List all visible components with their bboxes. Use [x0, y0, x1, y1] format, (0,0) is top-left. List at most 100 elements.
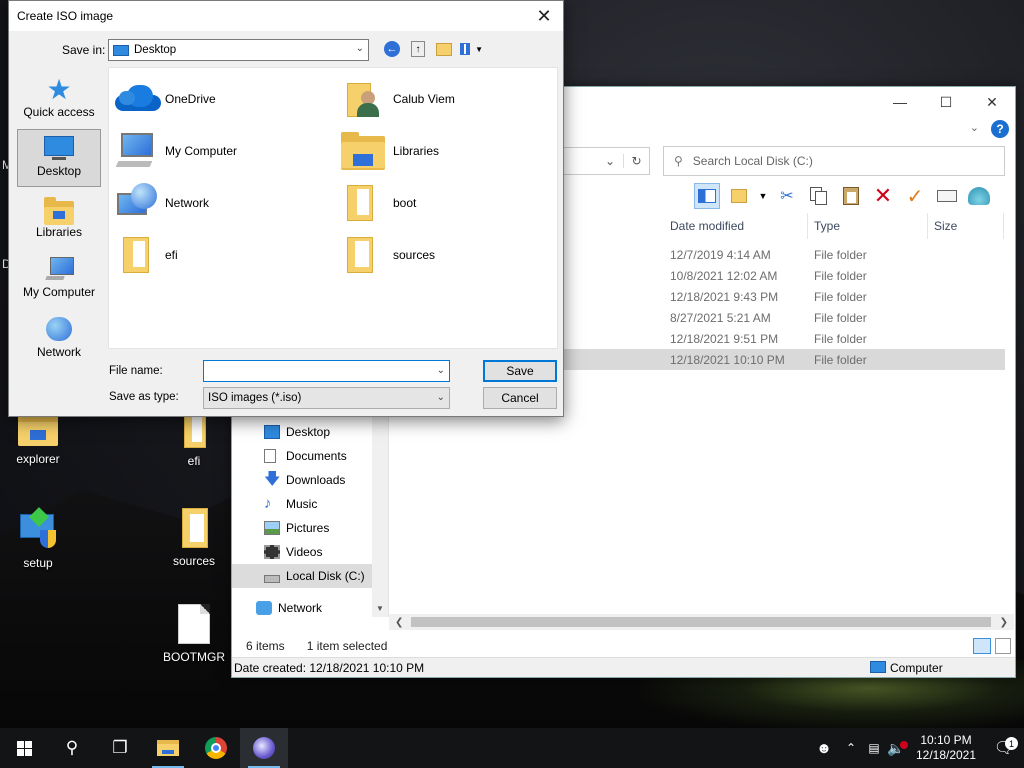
chrome-icon[interactable]: [192, 728, 240, 768]
save-in-dropdown[interactable]: Desktop ⌄: [108, 39, 369, 61]
chevron-up-icon[interactable]: ⌃: [838, 741, 864, 755]
preview-pane-icon[interactable]: [694, 183, 720, 209]
nav-item-videos[interactable]: Videos: [232, 540, 372, 564]
scroll-down-icon[interactable]: ▼: [376, 604, 384, 613]
place-desktop[interactable]: Desktop: [17, 129, 101, 187]
shell-icon[interactable]: [966, 183, 992, 209]
delete-icon[interactable]: ✕: [870, 183, 896, 209]
clock[interactable]: 10:10 PM 12/18/2021: [908, 733, 984, 763]
search-box[interactable]: ⚲ Search Local Disk (C:): [663, 146, 1005, 176]
horizontal-scrollbar[interactable]: ❮ ❯: [389, 614, 1014, 630]
file-explorer-taskbar-icon[interactable]: [144, 728, 192, 768]
large-icons-view-icon[interactable]: [995, 638, 1011, 654]
nav-item-downloads[interactable]: 🡇 Downloads: [232, 468, 372, 492]
people-icon[interactable]: ☻: [810, 740, 838, 757]
desktop-icon-bootmgr[interactable]: BOOTMGR: [156, 604, 232, 664]
list-item-network[interactable]: Network: [113, 180, 333, 226]
nav-label: Videos: [286, 545, 323, 559]
refresh-icon[interactable]: ↻: [623, 154, 649, 168]
chevron-down-icon[interactable]: ⌄: [597, 154, 623, 168]
desktop-icon-setup[interactable]: setup: [0, 507, 76, 570]
dropdown-arrow-icon[interactable]: ▼: [758, 183, 768, 209]
nav-item-network[interactable]: Network: [232, 596, 372, 620]
nav-item-music[interactable]: ♪ Music: [232, 492, 372, 516]
checkmark-icon[interactable]: ✓: [902, 183, 928, 209]
list-item-my-computer[interactable]: My Computer: [113, 128, 333, 174]
column-size[interactable]: Size: [928, 213, 1004, 239]
task-view-icon[interactable]: ❐: [96, 728, 144, 768]
place-label: Desktop: [36, 164, 82, 178]
downloads-icon: 🡇: [264, 471, 281, 488]
up-folder-icon[interactable]: ↑: [408, 39, 428, 59]
close-icon[interactable]: ✕: [969, 87, 1015, 117]
start-button[interactable]: [0, 728, 48, 768]
nav-label: Local Disk (C:): [286, 569, 365, 583]
row-date: 12/18/2021 9:51 PM: [670, 332, 779, 346]
list-item-onedrive[interactable]: OneDrive: [113, 76, 333, 122]
help-icon[interactable]: ?: [991, 120, 1009, 138]
search-icon[interactable]: ⚲: [48, 728, 96, 768]
file-list[interactable]: OneDrive Calub Viem My Computer Librarie…: [108, 67, 558, 349]
videos-icon: [264, 545, 280, 559]
cancel-button[interactable]: Cancel: [483, 387, 557, 409]
scroll-left-icon[interactable]: ❮: [395, 617, 403, 628]
nav-scrollbar[interactable]: ▼: [372, 417, 388, 617]
place-libraries[interactable]: Libraries: [17, 191, 101, 247]
details-view-icon[interactable]: [973, 638, 991, 654]
minimize-icon[interactable]: —: [877, 87, 923, 117]
back-icon[interactable]: ←: [382, 39, 402, 59]
place-my-computer[interactable]: My Computer: [17, 251, 101, 307]
folder-icon: [341, 235, 385, 275]
row-type: File folder: [814, 248, 867, 262]
scrollbar-thumb[interactable]: [411, 617, 991, 627]
nav-item-desktop[interactable]: Desktop: [232, 420, 372, 444]
list-item-libraries[interactable]: Libraries: [341, 128, 561, 174]
place-quick-access[interactable]: ★ Quick access: [17, 71, 101, 127]
properties-icon[interactable]: [726, 183, 752, 209]
clock-time: 10:10 PM: [920, 733, 972, 747]
save-button[interactable]: Save: [483, 360, 557, 382]
paste-icon[interactable]: [838, 183, 864, 209]
place-network[interactable]: Network: [17, 311, 101, 367]
nav-item-pictures[interactable]: Pictures: [232, 516, 372, 540]
list-item-user-folder[interactable]: Calub Viem: [341, 76, 561, 122]
save-type-select[interactable]: ISO images (*.iso) ⌄: [203, 387, 450, 409]
row-type: File folder: [814, 290, 867, 304]
dialog-title-bar[interactable]: Create ISO image: [9, 1, 563, 31]
libraries-icon: [341, 132, 385, 170]
chevron-down-icon[interactable]: ⌄: [970, 121, 979, 134]
nav-item-documents[interactable]: Documents: [232, 444, 372, 468]
iso-app-taskbar-icon[interactable]: [240, 728, 288, 768]
volume-muted-icon[interactable]: 🔈: [884, 740, 908, 757]
onedrive-cloud-icon: [113, 79, 161, 119]
close-icon[interactable]: ✕: [529, 1, 559, 31]
item-label: My Computer: [165, 144, 238, 158]
copy-icon[interactable]: [806, 183, 832, 209]
list-item-boot[interactable]: boot: [341, 180, 561, 226]
details-bar: Date created: 12/18/2021 10:10 PM Comput…: [232, 657, 1015, 677]
maximize-icon[interactable]: ☐: [923, 87, 969, 117]
row-date: 10/8/2021 12:02 AM: [670, 269, 778, 283]
desktop-icon-explorer[interactable]: explorer: [0, 412, 76, 466]
desktop-icon-sources[interactable]: sources: [156, 508, 232, 568]
desktop-icon: [264, 425, 280, 439]
rename-icon[interactable]: [934, 183, 960, 209]
list-item-efi[interactable]: efi: [113, 232, 333, 278]
desktop-icon-efi[interactable]: efi: [156, 412, 232, 468]
status-bar: 6 items 1 item selected: [232, 635, 1015, 657]
view-menu-icon[interactable]: ▼: [460, 39, 486, 59]
place-label: Quick access: [23, 105, 95, 119]
scroll-right-icon[interactable]: ❯: [1000, 617, 1008, 628]
create-iso-dialog[interactable]: Create ISO image ✕ Save in: Desktop ⌄ ← …: [8, 0, 564, 417]
network-status-icon[interactable]: ▤: [864, 741, 884, 755]
nav-item-local-disk[interactable]: Local Disk (C:): [232, 564, 372, 588]
new-folder-icon[interactable]: [434, 39, 454, 59]
file-name-input[interactable]: ⌄: [203, 360, 450, 382]
column-type[interactable]: Type: [808, 213, 928, 239]
chevron-down-icon[interactable]: ⌄: [437, 365, 445, 376]
list-item-sources[interactable]: sources: [341, 232, 561, 278]
cut-icon[interactable]: ✂: [774, 183, 800, 209]
column-date-modified[interactable]: Date modified: [664, 213, 808, 239]
notification-icon[interactable]: 🗨 1: [984, 737, 1024, 758]
row-date: 8/27/2021 5:21 AM: [670, 311, 771, 325]
